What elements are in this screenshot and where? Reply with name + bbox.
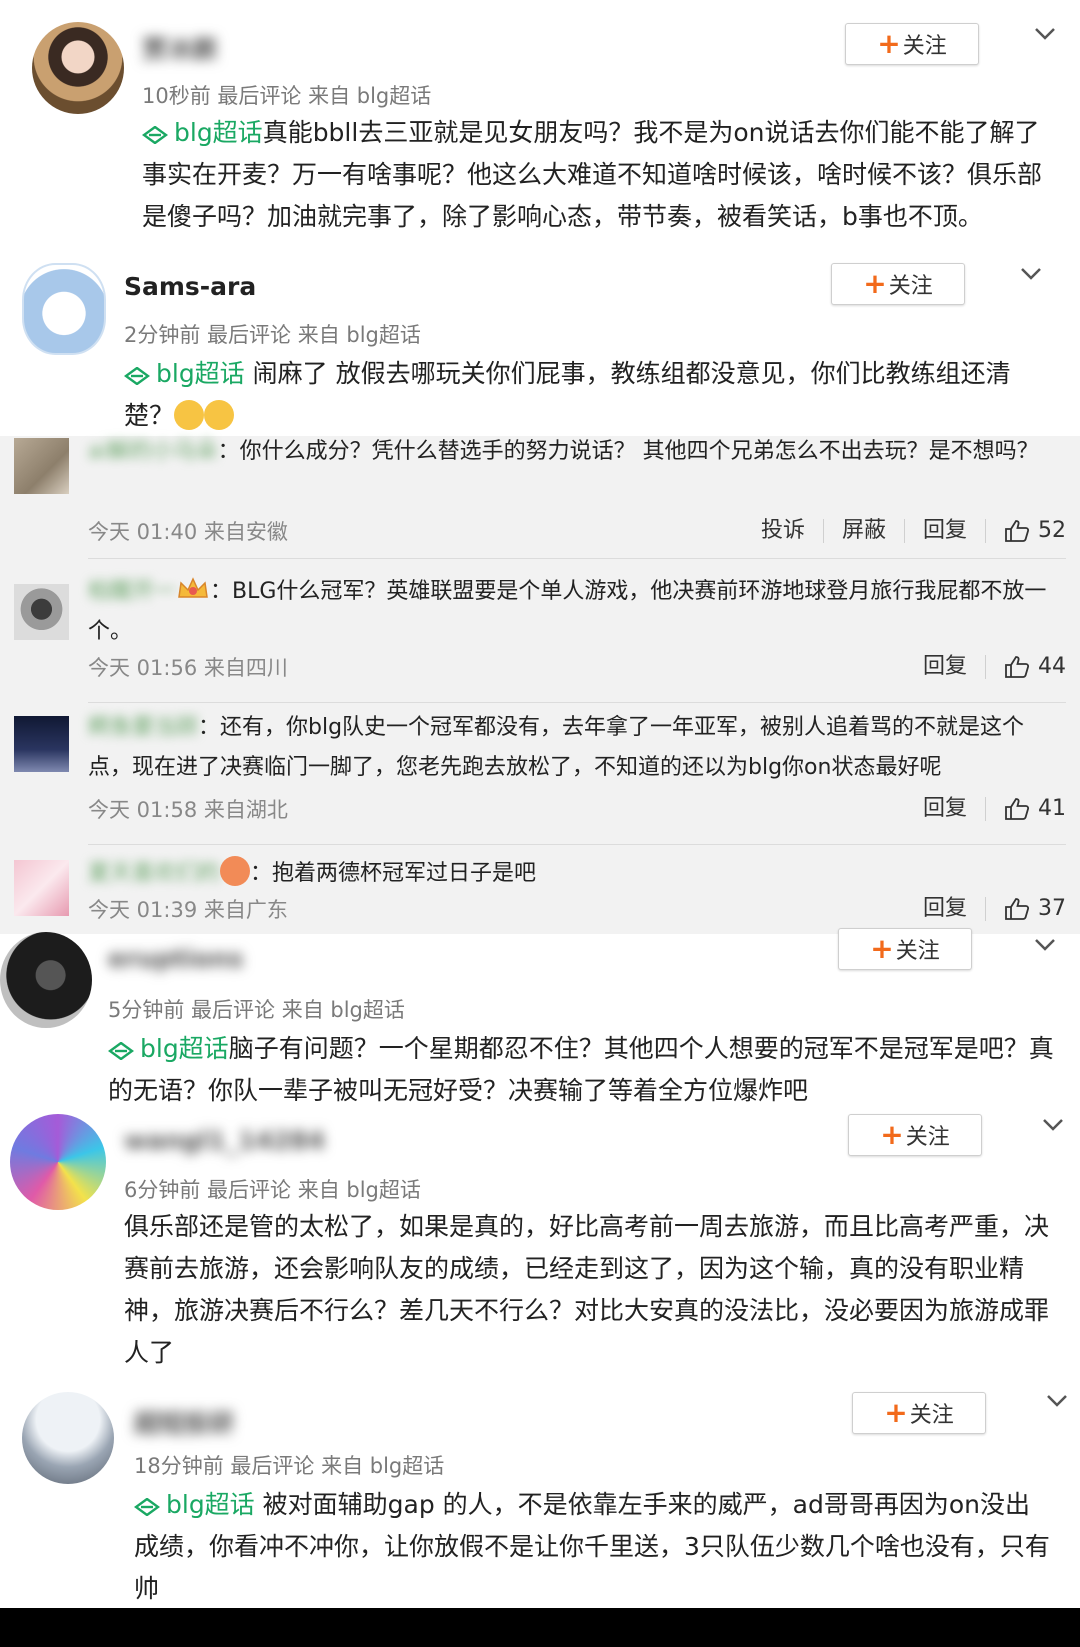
- post-body: 俱乐部还是管的太松了，如果是真的，好比高考前一周去旅游，而且比高考严重，决赛前去…: [124, 1212, 1050, 1367]
- username[interactable]: Sams-ara: [124, 272, 256, 301]
- plus-icon: +: [884, 1396, 908, 1429]
- chevron-down-icon[interactable]: [1034, 27, 1056, 41]
- reply-username[interactable]: 鳄鱼要当顾: [88, 715, 198, 740]
- avatar[interactable]: [14, 716, 69, 772]
- divider: [88, 702, 1066, 703]
- topic-link[interactable]: blg超话: [134, 1490, 255, 1519]
- emoji-icon: [220, 856, 251, 886]
- post-body: blg超话真能bbll去三亚就是见女朋友吗？我不是为on说话去你们能不能了解了事…: [142, 118, 1043, 231]
- reply-time: 今天 01:56 来自四川: [88, 656, 288, 680]
- like-button[interactable]: 41: [986, 796, 1066, 821]
- reply-time: 今天 01:58 来自湖北: [88, 798, 288, 822]
- username[interactable]: eruptions: [108, 944, 243, 973]
- username[interactable]: 贾冰颜: [142, 30, 217, 66]
- post-meta: 6分钟前 最后评论 来自 blg超话: [124, 1178, 421, 1202]
- avatar[interactable]: [14, 438, 69, 494]
- username[interactable]: 超短投研: [134, 1404, 234, 1440]
- username[interactable]: wangl1_14284: [124, 1126, 325, 1155]
- divider: [88, 558, 1066, 559]
- report-button[interactable]: 投诉: [743, 518, 824, 543]
- chevron-down-icon[interactable]: [1046, 1394, 1068, 1408]
- post-meta: 18分钟前 最后评论 来自 blg超话: [134, 1454, 445, 1478]
- divider: [88, 844, 1066, 845]
- reply-item: 夏天喜欢们的 ：抱着两德杯冠军过日子是吧 今天 01:39 来自广东 回复 37: [0, 854, 1080, 934]
- avatar[interactable]: [14, 860, 69, 916]
- emoji-icon: [204, 400, 235, 430]
- reply-button[interactable]: 回复: [905, 896, 986, 921]
- reply-item: 柏醒开一 ：BLG什么冠军？英雄联盟要是个单人游戏，他决赛前环游地球登月旅行我屁都…: [0, 572, 1080, 706]
- thumbs-up-icon: [1005, 519, 1030, 542]
- plus-icon: +: [863, 267, 887, 300]
- reply-text: ：你什么成分？凭什么替选手的努力说话？ 其他四个兄弟怎么不出去玩？是不想吗？: [217, 439, 1039, 464]
- reply-username[interactable]: 夏天喜欢们的: [88, 861, 220, 886]
- reply-panel: ai解的小马朵：你什么成分？凭什么替选手的努力说话？ 其他四个兄弟怎么不出去玩？…: [0, 436, 1080, 934]
- topic-diamond-icon: [134, 1498, 160, 1516]
- reply-button[interactable]: 回复: [905, 796, 986, 821]
- thumbs-up-icon: [1005, 797, 1030, 820]
- avatar[interactable]: [0, 932, 92, 1028]
- reply-username[interactable]: 柏醒开一: [88, 579, 176, 604]
- topic-diamond-icon: [108, 1042, 134, 1060]
- comment-post: Sams-ara 2分钟前 最后评论 来自 blg超话 + 关注 blg超话 闹麻…: [0, 245, 1080, 436]
- plus-icon: +: [870, 932, 894, 965]
- chevron-down-icon[interactable]: [1034, 938, 1056, 952]
- reply-time: 今天 01:40 来自安徽: [88, 520, 288, 544]
- reply-button[interactable]: 回复: [905, 654, 986, 679]
- reply-item: 鳄鱼要当顾：还有，你blg队史一个冠军都没有，去年拿了一年亚军，被别人追着骂的不…: [0, 714, 1080, 840]
- reply-actions: 回复 44: [905, 654, 1066, 679]
- follow-button[interactable]: + 关注: [848, 1114, 982, 1156]
- crown-badge-icon: [178, 577, 208, 598]
- post-body: blg超话 被对面辅助gap 的人，不是依靠左手来的威严，ad哥哥再因为on没出…: [134, 1490, 1050, 1603]
- post-meta: 5分钟前 最后评论 来自 blg超话: [108, 998, 405, 1022]
- emoji-icon: [174, 400, 205, 430]
- avatar[interactable]: [10, 1114, 106, 1210]
- reply-text: ：抱着两德杯冠军过日子是吧: [250, 861, 537, 886]
- reply-actions: 投诉 屏蔽 回复 52: [743, 518, 1066, 543]
- reply-actions: 回复 37: [905, 896, 1066, 921]
- reply-time: 今天 01:39 来自广东: [88, 898, 288, 922]
- plus-icon: +: [880, 1118, 904, 1151]
- reply-text: ：BLG什么冠军？英雄联盟要是个单人游戏，他决赛前环游地球登月旅行我屁都不放一个…: [88, 579, 1047, 644]
- post-meta: 2分钟前 最后评论 来自 blg超话: [124, 323, 421, 347]
- post-body: blg超话脑子有问题？一个星期都忍不住？其他四个人想要的冠军不是冠军是吧？真的无…: [108, 1034, 1054, 1105]
- plus-icon: +: [877, 27, 901, 60]
- reply-username[interactable]: ai解的小马朵: [88, 439, 218, 464]
- comment-post: wangl1_14284 6分钟前 最后评论 来自 blg超话 + 关注 俱乐部还…: [0, 1110, 1080, 1382]
- chevron-down-icon[interactable]: [1042, 1118, 1064, 1132]
- comment-post: 贾冰颜 10秒前 最后评论 来自 blg超话 + 关注 blg超话真能bbll去三…: [0, 0, 1080, 245]
- topic-diamond-icon: [124, 367, 150, 385]
- topic-diamond-icon: [142, 126, 168, 144]
- thumbs-up-icon: [1005, 655, 1030, 678]
- follow-button[interactable]: + 关注: [852, 1392, 986, 1434]
- avatar[interactable]: [14, 584, 69, 640]
- reply-button[interactable]: 回复: [905, 518, 986, 543]
- comment-post: 超短投研 18分钟前 最后评论 来自 blg超话 + 关注 blg超话 被对面辅助…: [0, 1382, 1080, 1608]
- follow-button[interactable]: + 关注: [831, 263, 965, 305]
- follow-button[interactable]: + 关注: [845, 23, 979, 65]
- reply-actions: 回复 41: [905, 796, 1066, 821]
- post-body: blg超话 闹麻了 放假去哪玩关你们屁事，教练组都没意见，你们比教练组还清楚？: [124, 359, 1011, 430]
- topic-link[interactable]: blg超话: [124, 359, 245, 388]
- comment-post: eruptions 5分钟前 最后评论 来自 blg超话 + 关注 blg超话脑子…: [0, 928, 1080, 1110]
- reply-text: ：还有，你blg队史一个冠军都没有，去年拿了一年亚军，被别人追着骂的不就是这个点…: [88, 715, 1025, 780]
- thumbs-up-icon: [1005, 897, 1030, 920]
- like-button[interactable]: 52: [986, 518, 1066, 543]
- chevron-down-icon[interactable]: [1020, 267, 1042, 281]
- like-button[interactable]: 37: [986, 896, 1066, 921]
- avatar[interactable]: [32, 22, 124, 114]
- reply-item: ai解的小马朵：你什么成分？凭什么替选手的努力说话？ 其他四个兄弟怎么不出去玩？…: [0, 436, 1080, 564]
- block-button[interactable]: 屏蔽: [824, 518, 905, 543]
- bottom-bar: [0, 1608, 1080, 1647]
- avatar[interactable]: [22, 1392, 114, 1484]
- topic-link[interactable]: blg超话: [142, 118, 263, 147]
- follow-button[interactable]: + 关注: [838, 928, 972, 970]
- post-meta: 10秒前 最后评论 来自 blg超话: [142, 84, 432, 108]
- topic-link[interactable]: blg超话: [108, 1034, 229, 1063]
- like-button[interactable]: 44: [986, 654, 1066, 679]
- avatar[interactable]: [22, 263, 106, 355]
